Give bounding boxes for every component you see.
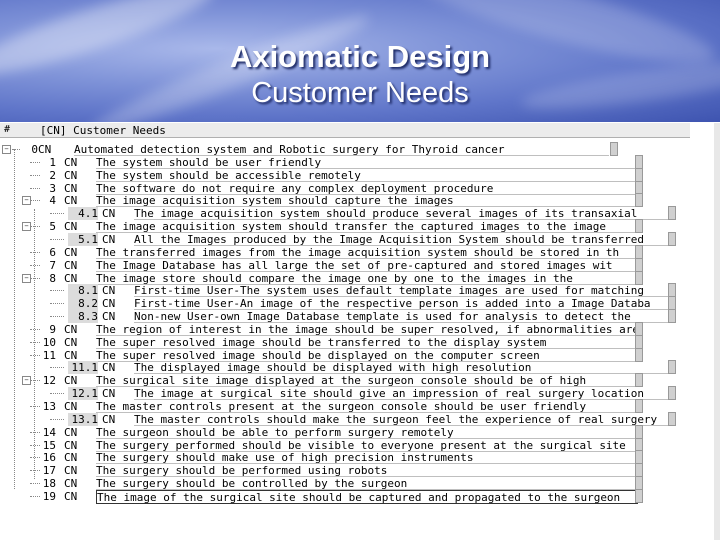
tree-connector [50, 393, 64, 395]
customer-needs-tree: # [CN] Customer Needs −0 CN Automated dete… [0, 123, 720, 540]
row-handle[interactable] [635, 488, 643, 503]
row-number: 19 [42, 489, 56, 503]
tree-connector [50, 238, 64, 240]
tree-connector [50, 290, 64, 292]
slide-title-block: Axiomatic Design Customer Needs [0, 38, 720, 110]
tree-header: # [CN] Customer Needs [0, 123, 690, 138]
tree-guide [34, 209, 35, 479]
scroll-grip[interactable] [714, 123, 720, 540]
slide-subtitle: Customer Needs [251, 77, 469, 109]
tree-guide [14, 149, 15, 489]
tree-connector [50, 316, 64, 318]
header-label[interactable]: [CN] Customer Needs [40, 124, 166, 137]
row-text[interactable]: The image of the surgical site should be… [96, 489, 638, 504]
tree-connector [50, 303, 64, 305]
tree-row[interactable]: 19 CN The image of the surgical site shoul… [0, 488, 690, 504]
row-type: CN [64, 489, 78, 503]
header-hash: # [4, 124, 11, 135]
slide-title: Axiomatic Design [229, 39, 491, 74]
tree-connector [50, 418, 64, 420]
tree-connector [50, 213, 64, 215]
tree-connector [50, 367, 64, 369]
